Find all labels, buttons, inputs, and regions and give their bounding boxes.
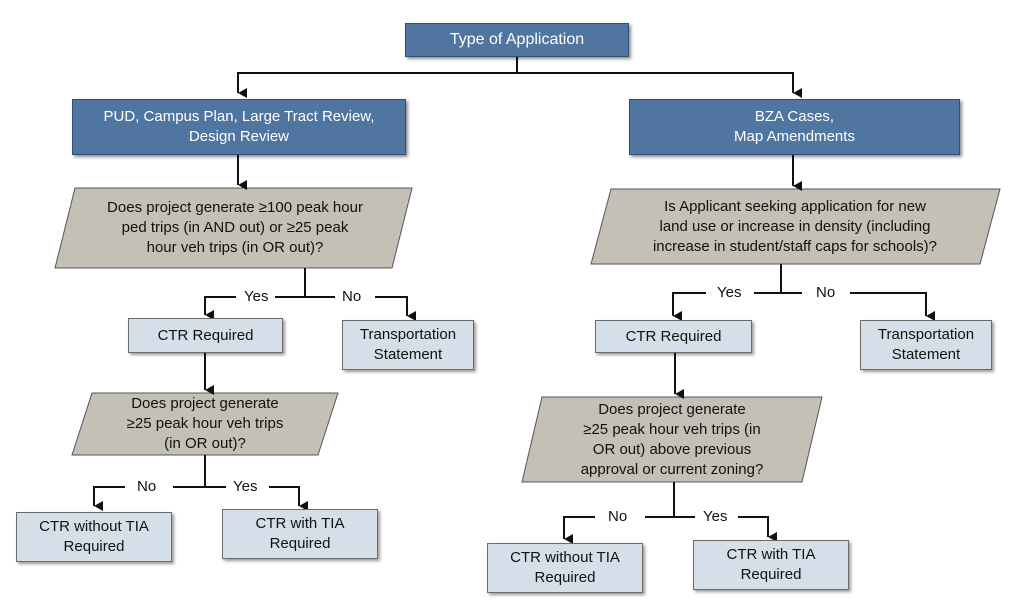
left-q1-yes-label: Yes bbox=[238, 288, 275, 306]
left-ctr-without-tia-node: CTR without TIA Required bbox=[16, 512, 172, 562]
right-decision-1: Is Applicant seeking application for new… bbox=[600, 190, 990, 264]
root-node-type-of-application: Type of Application bbox=[405, 23, 629, 57]
root-node-label: Type of Application bbox=[449, 31, 585, 48]
connector-left-q2-no bbox=[93, 486, 125, 511]
right-q2-yes-label: Yes bbox=[697, 508, 734, 526]
left-transportation-statement-label: Transportation Statement bbox=[359, 326, 457, 363]
left-decision-1: Does project generate ≥100 peak hour ped… bbox=[70, 190, 400, 266]
connector-right-no bbox=[850, 292, 935, 321]
right-q1-yes-label: Yes bbox=[711, 284, 748, 302]
connector-right-q2-no bbox=[563, 516, 595, 544]
left-ctr-with-tia-node: CTR with TIA Required bbox=[222, 509, 378, 559]
right-ctr-without-tia-label: CTR without TIA Required bbox=[510, 549, 620, 586]
left-ctr-without-tia-label: CTR without TIA Required bbox=[39, 518, 149, 555]
connector-left-no bbox=[375, 296, 416, 321]
right-ctr-with-tia-node: CTR with TIA Required bbox=[693, 540, 849, 590]
right-decision-2: Does project generate ≥25 peak hour veh … bbox=[532, 397, 812, 482]
left-transportation-statement-node: Transportation Statement bbox=[342, 320, 474, 370]
left-ctr-required-label: CTR Required bbox=[157, 326, 254, 344]
right-transportation-statement-label: Transportation Statement bbox=[877, 326, 975, 363]
right-ctr-required-node: CTR Required bbox=[595, 320, 752, 353]
connector-right-q2-yes bbox=[738, 516, 777, 542]
left-category-label: PUD, Campus Plan, Large Tract Review, De… bbox=[103, 108, 375, 145]
right-category-label: BZA Cases, Map Amendments bbox=[734, 108, 855, 145]
right-q2-no-label: No bbox=[602, 508, 634, 526]
left-decision-2-text: Does project generate ≥25 peak hour veh … bbox=[126, 395, 284, 452]
connector-root-right bbox=[517, 72, 802, 98]
right-ctr-without-tia-node: CTR without TIA Required bbox=[487, 543, 643, 593]
right-ctr-required-label: CTR Required bbox=[625, 327, 722, 345]
right-category-node: BZA Cases, Map Amendments bbox=[629, 99, 960, 155]
left-q2-yes-label: Yes bbox=[227, 478, 264, 496]
connector-root-left bbox=[237, 72, 517, 98]
right-decision-2-text: Does project generate ≥25 peak hour veh … bbox=[580, 400, 764, 478]
connector-right-yes bbox=[672, 292, 706, 321]
right-transportation-statement-node: Transportation Statement bbox=[860, 320, 992, 370]
left-q2-no-label: No bbox=[131, 478, 163, 496]
left-ctr-required-node: CTR Required bbox=[128, 318, 283, 353]
connector-left-q2-yes bbox=[269, 486, 308, 511]
left-q1-no-label: No bbox=[336, 288, 368, 306]
left-ctr-with-tia-label: CTR with TIA Required bbox=[255, 515, 345, 552]
connector-left-yes bbox=[204, 296, 236, 320]
left-decision-1-text: Does project generate ≥100 peak hour ped… bbox=[107, 199, 363, 256]
right-ctr-with-tia-label: CTR with TIA Required bbox=[726, 546, 816, 583]
right-decision-1-text: Is Applicant seeking application for new… bbox=[652, 198, 938, 255]
left-decision-2: Does project generate ≥25 peak hour veh … bbox=[85, 393, 325, 455]
right-q1-no-label: No bbox=[810, 284, 842, 302]
left-category-node: PUD, Campus Plan, Large Tract Review, De… bbox=[72, 99, 406, 155]
